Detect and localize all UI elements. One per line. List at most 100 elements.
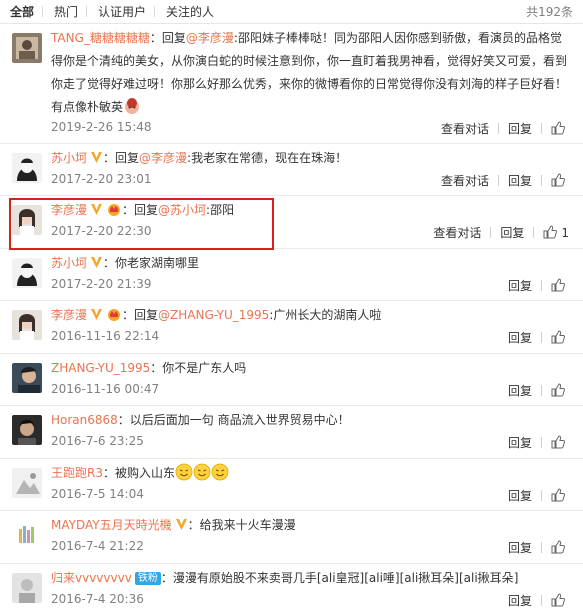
comment-actions: 回复 bbox=[508, 592, 569, 609]
comment-username[interactable]: Horan6868 bbox=[51, 413, 118, 427]
comment-item: 归来vvvvvvvv 铁粉 ：漫漫有原始股不来卖哥几手[ali皇冠][ali唾][a… bbox=[0, 564, 583, 616]
comment-body: :我老家在常德，现在在珠海！ bbox=[187, 151, 348, 165]
member-crown-icon bbox=[106, 306, 122, 321]
comment-username[interactable]: 李彦漫 bbox=[51, 203, 87, 217]
avatar[interactable] bbox=[12, 520, 42, 550]
mention-link[interactable]: @李彦漫 bbox=[139, 151, 187, 165]
comment-text: 王跑跑R3：被购入山东 bbox=[51, 462, 571, 485]
action-divider bbox=[541, 542, 542, 553]
view-dialog-button[interactable]: 查看对话 bbox=[433, 224, 481, 241]
like-button[interactable] bbox=[551, 383, 569, 398]
thumbs-up-icon bbox=[543, 225, 558, 239]
comment-username[interactable]: MAYDAY五月天時光機 bbox=[51, 518, 172, 532]
like-button[interactable] bbox=[551, 278, 569, 293]
verified-icon bbox=[90, 306, 103, 320]
comment-text: ZHANG-YU_1995：你不是广东人吗 bbox=[51, 357, 571, 380]
avatar[interactable] bbox=[12, 363, 42, 393]
mention-link[interactable]: @苏小坷 bbox=[158, 203, 206, 217]
mention-link[interactable]: @ZHANG-YU_1995 bbox=[158, 308, 269, 322]
reply-button[interactable]: 回复 bbox=[508, 382, 532, 399]
tab-following[interactable]: 关注的人 bbox=[166, 3, 214, 20]
comment-actions: 回复 bbox=[508, 277, 569, 294]
reply-prefix: ：回复 bbox=[122, 203, 159, 217]
like-count: 1 bbox=[561, 226, 569, 240]
avatar[interactable] bbox=[12, 33, 42, 63]
comment-time: 2016-7-6 23:25 bbox=[51, 434, 144, 448]
member-crown-icon bbox=[106, 201, 122, 216]
comment-body: ：被购入山东 bbox=[102, 466, 175, 480]
fans-badge[interactable]: 铁粉 bbox=[134, 572, 161, 585]
reply-button[interactable]: 回复 bbox=[508, 277, 532, 294]
like-button[interactable]: 1 bbox=[543, 225, 569, 240]
action-divider bbox=[541, 175, 542, 186]
comment-username[interactable]: ZHANG-YU_1995 bbox=[51, 361, 150, 375]
tab-hot[interactable]: 热门 bbox=[54, 3, 78, 20]
comment-text: 苏小坷 ：你老家湖南哪里 bbox=[51, 252, 571, 275]
thumbs-up-icon bbox=[551, 435, 565, 449]
avatar[interactable] bbox=[12, 468, 42, 498]
reply-button[interactable]: 回复 bbox=[508, 172, 532, 189]
action-divider bbox=[541, 385, 542, 396]
avatar[interactable] bbox=[12, 310, 42, 340]
comment-username[interactable]: TANG_糖糖糖糖糖 bbox=[51, 31, 150, 45]
comment-body-line: 有点像朴敏英 bbox=[51, 100, 124, 114]
sweat-smile-emoji-icon bbox=[211, 463, 229, 481]
comment-actions: 回复 bbox=[508, 382, 569, 399]
comment-text: 归来vvvvvvvv 铁粉 ：漫漫有原始股不来卖哥几手[ali皇冠][ali唾][a… bbox=[51, 567, 571, 590]
tab-divider bbox=[42, 6, 43, 17]
like-button[interactable] bbox=[551, 330, 569, 345]
tab-verified-users[interactable]: 认证用户 bbox=[98, 3, 146, 20]
avatar[interactable] bbox=[12, 153, 42, 183]
comment-body: ：以后后面加一句 商品流入世界贸易中心！ bbox=[117, 413, 350, 427]
like-button[interactable] bbox=[551, 121, 569, 136]
comment-username[interactable]: 王跑跑R3 bbox=[51, 466, 103, 480]
like-button[interactable] bbox=[551, 540, 569, 555]
action-divider bbox=[541, 280, 542, 291]
thumbs-up-icon bbox=[551, 488, 565, 502]
comment-body-line: :邵阳妹子棒棒哒！同为邵阳人因你感到骄傲，看演员的品格觉 bbox=[233, 31, 562, 45]
action-divider bbox=[541, 123, 542, 134]
comment-total-count: 共192条 bbox=[526, 5, 573, 19]
view-dialog-button[interactable]: 查看对话 bbox=[441, 172, 489, 189]
comment-username[interactable]: 苏小坷 bbox=[51, 151, 87, 165]
comment-body: :邵阳 bbox=[206, 203, 235, 217]
avatar[interactable] bbox=[12, 573, 42, 603]
view-dialog-button[interactable]: 查看对话 bbox=[441, 120, 489, 137]
comment-username[interactable]: 苏小坷 bbox=[51, 256, 87, 270]
comment-body: ：你老家湖南哪里 bbox=[103, 256, 200, 270]
comment-time: 2017-2-20 22:30 bbox=[51, 224, 152, 238]
comment-username[interactable]: 归来vvvvvvvv bbox=[51, 571, 132, 585]
comment-body: ：你不是广东人吗 bbox=[150, 361, 247, 375]
thumbs-up-icon bbox=[551, 593, 565, 607]
comment-body-line: 你走了觉得好难过呀！你那么好那么优秀，来你的微博看你的日常觉得你没有刘海的样子巨… bbox=[51, 77, 568, 91]
like-button[interactable] bbox=[551, 488, 569, 503]
comment-body: ：给我来十火车漫漫 bbox=[187, 518, 296, 532]
comment-username[interactable]: 李彦漫 bbox=[51, 308, 87, 322]
action-divider bbox=[533, 227, 535, 238]
like-button[interactable] bbox=[551, 593, 569, 608]
verified-icon bbox=[90, 254, 103, 268]
comment-text: 李彦漫 ：回复@苏小坷:邵阳 bbox=[51, 199, 571, 222]
comment-text: MAYDAY五月天時光機 ：给我来十火车漫漫 bbox=[51, 514, 571, 537]
mention-link[interactable]: @李彦漫 bbox=[186, 31, 234, 45]
action-divider bbox=[497, 175, 499, 186]
action-divider bbox=[497, 123, 499, 134]
like-button[interactable] bbox=[551, 173, 569, 188]
avatar[interactable] bbox=[12, 258, 42, 288]
tab-all[interactable]: 全部 bbox=[10, 3, 34, 20]
reply-button[interactable]: 回复 bbox=[508, 434, 532, 451]
reply-button[interactable]: 回复 bbox=[508, 592, 532, 609]
reply-button[interactable]: 回复 bbox=[500, 224, 524, 241]
comment-item: 李彦漫 ：回复@苏小坷:邵阳 2017-2-20 22:30 查看对话 回复 1 bbox=[0, 196, 583, 249]
reply-button[interactable]: 回复 bbox=[508, 539, 532, 556]
like-button[interactable] bbox=[551, 435, 569, 450]
avatar[interactable] bbox=[12, 205, 42, 235]
reply-button[interactable]: 回复 bbox=[508, 487, 532, 504]
thumbs-up-icon bbox=[551, 383, 565, 397]
comment-time: 2019-2-26 15:48 bbox=[51, 120, 152, 134]
reply-button[interactable]: 回复 bbox=[508, 329, 532, 346]
comment-text: Horan6868：以后后面加一句 商品流入世界贸易中心！ bbox=[51, 409, 571, 432]
reply-button[interactable]: 回复 bbox=[508, 120, 532, 137]
avatar[interactable] bbox=[12, 415, 42, 445]
tab-divider bbox=[154, 6, 155, 17]
